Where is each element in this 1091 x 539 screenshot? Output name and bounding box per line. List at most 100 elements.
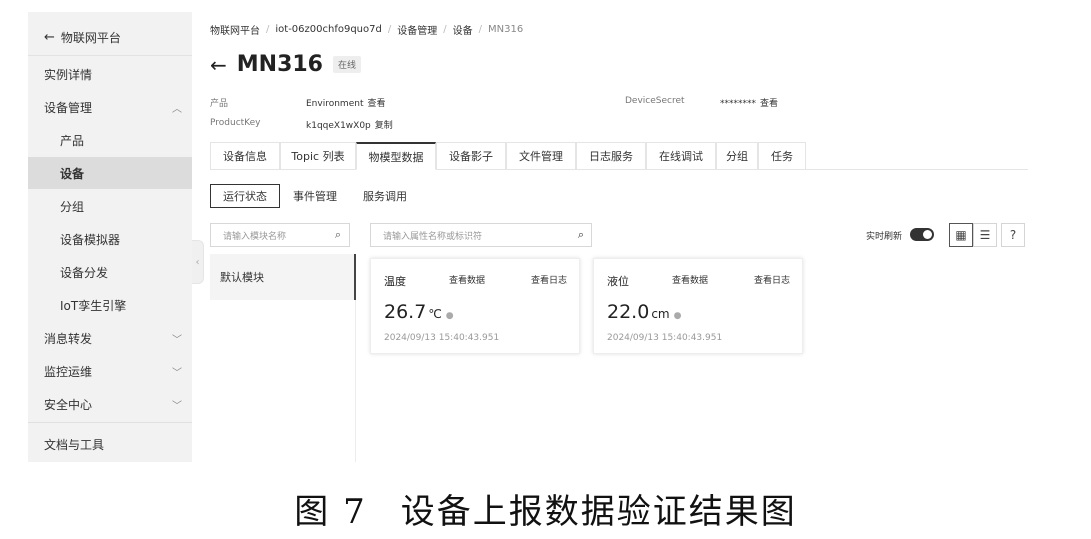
breadcrumb-separator: / (443, 24, 447, 35)
product-name: Environment (306, 99, 364, 109)
sidebar-collapse-handle[interactable]: ‹ (192, 240, 204, 284)
sidebar-item-label: 监控运维 (44, 364, 93, 379)
sidebar-item-device-distribution[interactable]: 设备分发 (28, 256, 192, 288)
subtab-runtime-status[interactable]: 运行状态 (210, 184, 280, 208)
view-data-link[interactable]: 查看数据 (449, 273, 485, 286)
sidebar-item-docs-tools[interactable]: 文档与工具 (28, 428, 192, 460)
back-label: 物联网平台 (60, 31, 121, 45)
help-button[interactable]: ? (1001, 223, 1025, 247)
sidebar-item-products[interactable]: 产品 (28, 124, 192, 156)
property-unit: ℃ (428, 307, 442, 321)
sidebar-item-device-simulator[interactable]: 设备模拟器 (28, 223, 192, 255)
tab-topic-list[interactable]: Topic 列表 (280, 142, 356, 170)
realtime-refresh-toggle[interactable] (910, 228, 934, 241)
module-search-input[interactable]: 请输入模块名称 ⌕ (210, 223, 350, 247)
sidebar-item-groups[interactable]: 分组 (28, 190, 192, 222)
breadcrumb-item[interactable]: 物联网平台 (210, 22, 260, 37)
tab-device-shadow[interactable]: 设备影子 (436, 142, 506, 170)
sidebar-item-device-management[interactable]: 设备管理 ︿ (28, 91, 192, 123)
search-icon[interactable]: ⌕ (335, 228, 341, 242)
view-log-link[interactable]: 查看日志 (531, 273, 567, 286)
search-icon[interactable]: ⌕ (578, 228, 584, 242)
productkey-text: k1qqeX1wX0p (306, 121, 371, 131)
page-title: MN316 (236, 52, 323, 77)
chevron-up-icon: ︿ (172, 104, 182, 115)
devicesecret-label: DeviceSecret (625, 96, 685, 106)
property-value: 26.7 ℃ ● (384, 301, 454, 323)
breadcrumb-current: MN316 (487, 24, 524, 35)
property-search-placeholder: 请输入属性名称或标识符 (383, 231, 483, 242)
sidebar-item-devices[interactable]: 设备 (28, 157, 192, 189)
grid-view-button[interactable]: ▦ (949, 223, 973, 247)
product-view-link[interactable]: 查看 (367, 99, 385, 109)
module-search-placeholder: 请输入模块名称 (223, 231, 287, 242)
breadcrumb-separator: / (266, 24, 270, 35)
tab-thing-model-data[interactable]: 物模型数据 (356, 142, 436, 170)
sidebar-item-label: IoT孪生引擎 (60, 298, 127, 313)
tab-file-management[interactable]: 文件管理 (506, 142, 576, 170)
sidebar-item-message-forwarding[interactable]: 消息转发 ﹀ (28, 322, 192, 354)
main-content: 物联网平台 / iot-06z00chfo9quo7d / 设备管理 / 设备 / MN… (210, 12, 1043, 462)
iot-console-window: ← 物联网平台 实例详情 设备管理 ︿ 产品 设备 分组 设备模拟器 设备分发 I… (28, 12, 1043, 462)
sidebar-item-label: 安全中心 (44, 397, 93, 412)
realtime-refresh-label: 实时刷新 (866, 232, 903, 242)
sidebar-item-label: 设备 (60, 166, 85, 181)
property-search-input[interactable]: 请输入属性名称或标识符 ⌕ (370, 223, 592, 247)
sidebar-item-label: 设备模拟器 (60, 232, 121, 247)
back-to-platform-link[interactable]: ← 物联网平台 (28, 20, 192, 56)
chevron-down-icon: ﹀ (172, 335, 182, 346)
breadcrumb-separator: / (387, 24, 392, 35)
list-view-button[interactable]: ☰ (973, 223, 997, 247)
tab-tasks[interactable]: 任务 (758, 142, 806, 170)
devicesecret-view-link[interactable]: 查看 (760, 99, 778, 109)
back-arrow-icon[interactable]: ← (210, 53, 227, 77)
property-name: 液位 (607, 275, 629, 288)
sidebar-item-monitoring[interactable]: 监控运维 ﹀ (28, 355, 192, 387)
sidebar-item-iot-twin-engine[interactable]: IoT孪生引擎 (28, 289, 192, 321)
tab-device-info[interactable]: 设备信息 (210, 142, 280, 170)
tab-groups[interactable]: 分组 (716, 142, 758, 170)
subtab-service-call[interactable]: 服务调用 (350, 184, 420, 208)
view-data-link[interactable]: 查看数据 (672, 273, 708, 286)
tab-log-service[interactable]: 日志服务 (576, 142, 646, 170)
view-log-link[interactable]: 查看日志 (754, 273, 790, 286)
sidebar-item-label: 消息转发 (44, 331, 93, 346)
product-label: 产品 (210, 99, 229, 109)
property-timestamp: 2024/09/13 15:40:43.951 (384, 333, 500, 343)
chevron-down-icon: ﹀ (172, 401, 182, 412)
sidebar-item-label: 产品 (60, 133, 85, 148)
property-number: 26.7 (384, 301, 427, 323)
grid-icon: ▦ (955, 228, 967, 242)
device-tabs: 设备信息 Topic 列表 物模型数据 设备影子 文件管理 日志服务 在线调试 … (210, 142, 1028, 170)
info-icon[interactable]: ● (446, 311, 454, 321)
breadcrumb-item[interactable]: 设备 (453, 22, 473, 37)
sidebar-item-label: 分组 (60, 199, 85, 214)
subtab-event-management[interactable]: 事件管理 (280, 184, 350, 208)
property-card-temperature: 温度 查看数据 查看日志 26.7 ℃ ● 2024/09/13 15:40:4… (370, 258, 580, 354)
productkey-copy-link[interactable]: 复制 (375, 121, 393, 131)
sidebar-item-label: 实例详情 (44, 67, 93, 82)
property-card-liquid-level: 液位 查看数据 查看日志 22.0 cm ● 2024/09/13 15:40:… (593, 258, 803, 354)
sidebar-item-security-center[interactable]: 安全中心 ﹀ (28, 388, 192, 420)
sidebar: ← 物联网平台 实例详情 设备管理 ︿ 产品 设备 分组 设备模拟器 设备分发 I… (28, 12, 192, 462)
page-title-row: ← MN316 在线 (210, 52, 362, 77)
help-icon: ? (1009, 228, 1017, 242)
module-item-default[interactable]: 默认模块 (210, 254, 356, 300)
breadcrumb-item[interactable]: 设备管理 (397, 22, 437, 37)
tab-online-debug[interactable]: 在线调试 (646, 142, 716, 170)
sidebar-item-label: 文档与工具 (44, 437, 105, 452)
productkey-label: ProductKey (210, 118, 261, 128)
status-badge: 在线 (333, 56, 362, 73)
module-list: 默认模块 (210, 254, 356, 462)
list-icon: ☰ (979, 228, 991, 242)
breadcrumb-item[interactable]: iot-06z00chfo9quo7d (275, 24, 381, 35)
property-value: 22.0 cm ● (607, 301, 681, 323)
productkey-value: k1qqeX1wX0p 复制 (306, 118, 393, 131)
figure-caption: 图 7 设备上报数据验证结果图 (0, 484, 1091, 533)
product-value: Environment 查看 (306, 96, 385, 109)
info-icon[interactable]: ● (674, 311, 682, 321)
figure-number: 图 7 (294, 492, 367, 532)
chevron-down-icon: ﹀ (172, 368, 182, 379)
property-timestamp: 2024/09/13 15:40:43.951 (607, 333, 723, 343)
sidebar-item-instance-details[interactable]: 实例详情 (28, 58, 192, 90)
